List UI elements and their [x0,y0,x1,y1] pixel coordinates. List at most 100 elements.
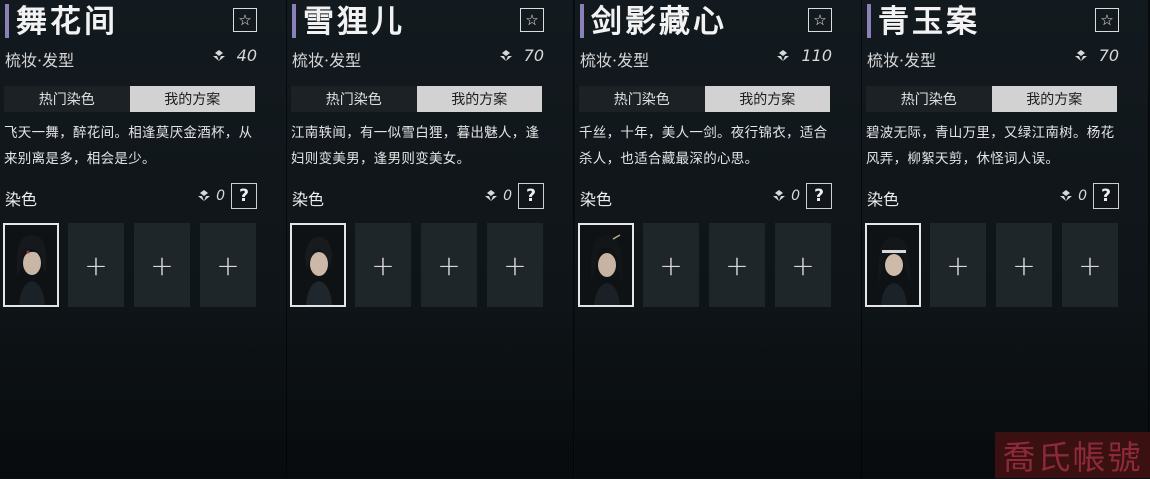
hairstyle-card: 青玉案 ☆ 梳妆·发型 70 热门染色 我的方案 碧波无际，青山万里，又绿江南树… [862,0,1149,478]
plus-icon: + [1012,248,1036,282]
cost-display: 70 [498,46,544,65]
card-title: 剑影藏心 [591,4,727,40]
favorite-button[interactable]: ☆ [233,8,257,32]
plus-icon: + [84,248,108,282]
add-dye-slot[interactable]: + [487,223,543,307]
card-description: 碧波无际，青山万里，又绿江南树。杨花风弄，柳絮天剪，休怪词人误。 [866,125,1115,167]
add-dye-slot[interactable]: + [68,223,124,307]
dye-count-value: 0 [791,188,800,204]
hairstyle-card: 舞花间 ☆ 梳妆·发型 40 热门染色 我的方案 飞天一舞，醉花间。相逢莫厌金酒… [0,0,287,478]
card-title: 舞花间 [16,4,118,40]
tab-popular-dyes[interactable]: 热门染色 [291,86,417,112]
hairstyle-card: 剑影藏心 ☆ 梳妆·发型 110 热门染色 我的方案 千丝，十年，美人一剑。夜行… [575,0,862,478]
add-dye-slot[interactable]: + [134,223,190,307]
add-dye-slot[interactable]: + [775,223,831,307]
card-description: 飞天一舞，醉花间。相逢莫厌金酒杯，从来别离是多，相会是少。 [4,125,253,167]
add-dye-slot[interactable]: + [1062,223,1118,307]
question-icon: ? [526,186,536,206]
title-accent-bar [292,4,296,38]
card-subtitle: 梳妆·发型 [5,51,75,70]
plus-icon: + [150,248,174,282]
card-subtitle: 梳妆·发型 [867,51,937,70]
plus-icon: + [659,248,683,282]
dye-count: 0 [771,188,800,204]
dye-count: 0 [483,188,512,204]
cost-value: 110 [801,46,832,65]
card-subtitle: 梳妆·发型 [580,51,650,70]
tab-popular-dyes[interactable]: 热门染色 [579,86,705,112]
gem-icon [212,49,225,61]
tab-my-plans[interactable]: 我的方案 [129,86,255,112]
plus-icon: + [371,248,395,282]
card-title: 青玉案 [878,4,980,40]
add-dye-slot[interactable]: + [996,223,1052,307]
card-title: 雪狸儿 [303,4,405,40]
favorite-button[interactable]: ☆ [520,8,544,32]
tab-popular-dyes[interactable]: 热门染色 [4,86,130,112]
character-portrait-image [580,225,632,305]
star-icon: ☆ [813,10,827,29]
cost-display: 110 [775,46,832,65]
star-icon: ☆ [1100,10,1114,29]
card-description: 千丝，十年，美人一剑。夜行锦衣，适合杀人，也适合藏最深的心思。 [579,125,828,167]
cost-value: 40 [236,46,257,65]
plus-icon: + [503,248,527,282]
cost-display: 70 [1073,46,1119,65]
question-icon: ? [814,186,824,206]
dye-label: 染色 [292,190,325,209]
tab-my-plans[interactable]: 我的方案 [416,86,542,112]
tab-popular-dyes[interactable]: 热门染色 [866,86,992,112]
plus-icon: + [946,248,970,282]
portrait-slot[interactable] [865,223,921,307]
card-description: 江南轶闻，有一似雪白狸，暮出魅人，逢妇则变美男，逢男则变美女。 [291,125,540,167]
portrait-slot[interactable] [290,223,346,307]
plus-icon: + [437,248,461,282]
title-accent-bar [867,4,871,38]
title-accent-bar [5,4,9,38]
dye-count-value: 0 [216,188,225,204]
add-dye-slot[interactable]: + [709,223,765,307]
cost-value: 70 [523,46,544,65]
gem-icon [1060,190,1073,201]
dye-count: 0 [1058,188,1087,204]
question-icon: ? [239,186,249,206]
gem-icon [499,49,512,61]
add-dye-slot[interactable]: + [421,223,477,307]
hairstyle-card: 雪狸儿 ☆ 梳妆·发型 70 热门染色 我的方案 江南轶闻，有一似雪白狸，暮出魅… [287,0,574,478]
gem-icon [485,190,498,201]
dye-count: 0 [196,188,225,204]
tab-my-plans[interactable]: 我的方案 [991,86,1117,112]
plus-icon: + [1078,248,1102,282]
gem-icon [777,49,790,61]
gem-icon [773,190,786,201]
dye-label: 染色 [5,190,38,209]
dye-count-value: 0 [503,188,512,204]
tab-my-plans[interactable]: 我的方案 [704,86,830,112]
star-icon: ☆ [525,10,539,29]
tab-bar: 热门染色 我的方案 [4,86,255,112]
tab-bar: 热门染色 我的方案 [866,86,1117,112]
portrait-slot[interactable] [3,223,59,307]
help-button[interactable]: ? [806,183,832,209]
tab-bar: 热门染色 我的方案 [579,86,830,112]
gem-icon [1074,49,1087,61]
help-button[interactable]: ? [1093,183,1119,209]
help-button[interactable]: ? [231,183,257,209]
plus-icon: + [725,248,749,282]
add-dye-slot[interactable]: + [643,223,699,307]
plus-icon: + [791,248,815,282]
character-portrait-image [5,225,57,305]
title-accent-bar [580,4,584,38]
tab-bar: 热门染色 我的方案 [291,86,542,112]
gem-icon [198,190,211,201]
add-dye-slot[interactable]: + [930,223,986,307]
card-subtitle: 梳妆·发型 [292,51,362,70]
favorite-button[interactable]: ☆ [1095,8,1119,32]
help-button[interactable]: ? [518,183,544,209]
add-dye-slot[interactable]: + [355,223,411,307]
dye-label: 染色 [867,190,900,209]
favorite-button[interactable]: ☆ [808,8,832,32]
portrait-slot[interactable] [578,223,634,307]
star-icon: ☆ [238,10,252,29]
add-dye-slot[interactable]: + [200,223,256,307]
